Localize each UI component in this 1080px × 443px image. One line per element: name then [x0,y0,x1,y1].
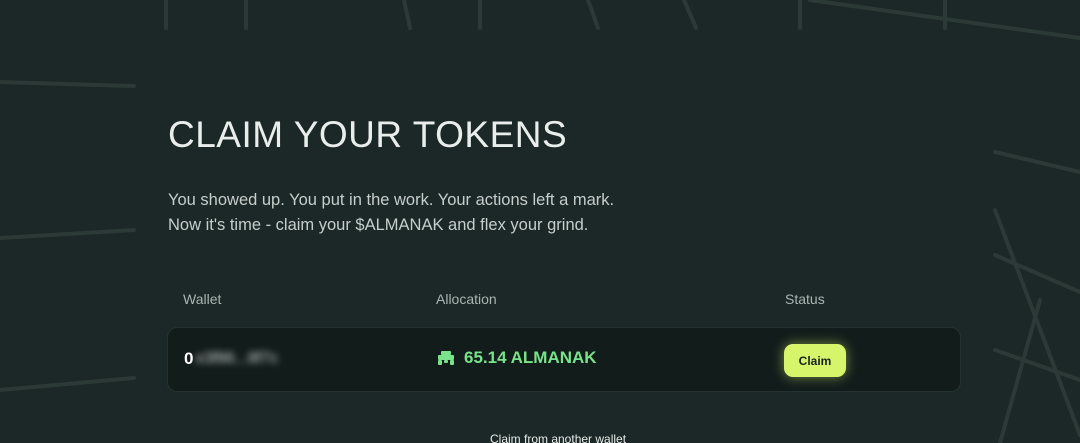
subtitle-line-2: Now it's time - claim your $ALMANAK and … [168,216,589,234]
column-header-wallet: Wallet [183,291,222,307]
page-subtitle: You showed up. You put in the work. Your… [168,188,614,238]
allocation-value: 65.14 ALMANAK [464,348,597,367]
subtitle-line-1: You showed up. You put in the work. Your… [168,191,615,209]
wallet-address-prefix: 0 [184,349,194,368]
page-title: CLAIM YOUR TOKENS [168,114,568,155]
table-row: 0 x3f86...8f7c 65.14 ALMANAK Claim [167,327,961,392]
wallet-address: 0 x3f86...8f7c [184,349,278,369]
column-header-status: Status [785,291,825,307]
allocation-amount: 65.14 ALMANAK [436,348,597,368]
claim-button[interactable]: Claim [784,344,846,377]
claim-page: CLAIM YOUR TOKENS You showed up. You put… [0,0,1080,443]
column-header-allocation: Allocation [436,291,497,307]
claim-from-another-wallet-link[interactable]: Claim from another wallet [490,432,626,443]
almanak-token-icon [438,351,454,365]
wallet-address-obscured: x3f86...8f7c [195,350,279,367]
